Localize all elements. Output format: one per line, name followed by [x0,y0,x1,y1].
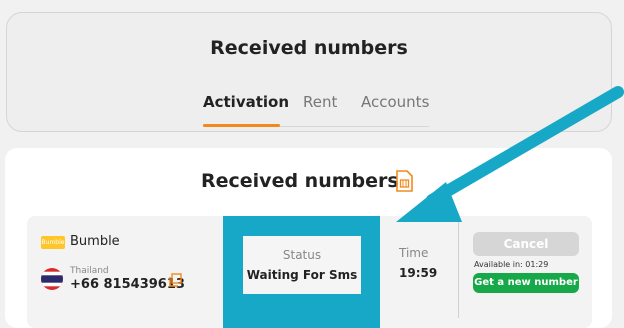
panel-title: Received numbers [201,170,399,192]
status-value: Waiting For Sms [246,268,358,282]
tab-rent[interactable]: Rent [303,93,337,111]
copy-icon[interactable] [168,272,182,287]
time-value: 19:59 [399,266,438,280]
available-countdown: Available in: 01:29 [474,260,549,269]
status-cell: Status Waiting For Sms [243,236,361,294]
get-new-number-button[interactable]: Get a new number [473,273,579,293]
sim-card-icon[interactable] [395,170,413,192]
row-divider [458,218,459,318]
tab-activation[interactable]: Activation [203,93,289,111]
tab-accounts[interactable]: Accounts [361,93,429,111]
header-title: Received numbers [210,37,408,59]
bumble-logo: Bumble [41,236,65,249]
service-name: Bumble [70,234,120,249]
received-numbers-header-card: Received numbers Activation Rent Account… [6,12,612,132]
status-highlight-box: Status Waiting For Sms [223,216,380,328]
thailand-flag-icon [41,268,63,290]
time-label: Time [399,246,429,260]
number-row: Bumble Bumble Thailand +66 815439613 Sta… [27,216,592,328]
received-numbers-panel: Received numbers Bumble Bumble Thailand … [5,148,612,328]
cancel-button[interactable]: Cancel [473,232,579,256]
status-label: Status [282,248,322,262]
tabs: Activation Rent Accounts [203,93,429,127]
country-name: Thailand [70,266,109,276]
active-tab-indicator [203,124,280,127]
